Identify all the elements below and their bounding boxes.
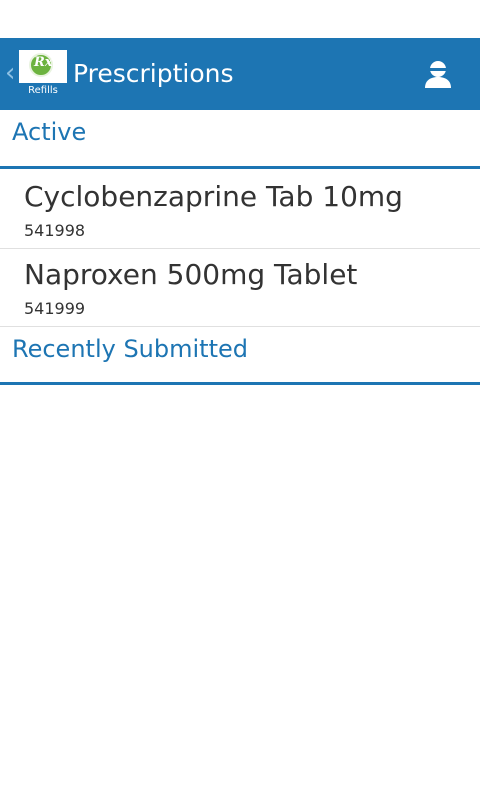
prescription-item[interactable]: Cyclobenzaprine Tab 10mg 541998 [0,171,480,249]
page-title: Prescriptions [73,59,234,88]
status-bar [0,0,480,38]
section-label-active: Active [12,118,87,146]
prescription-number: 541999 [24,299,86,318]
action-bar: ‹ Rx Refills Prescriptions [0,38,480,110]
section-header-active: Active [0,110,480,170]
prescription-name: Cyclobenzaprine Tab 10mg [24,180,403,213]
prescription-number: 541998 [24,221,86,240]
section-label-recently-submitted: Recently Submitted [12,335,248,363]
app-logo[interactable]: Rx Refills [19,50,67,98]
section-divider [0,166,480,169]
section-divider [0,382,480,385]
rx-logo-text: Rx [34,55,53,70]
prescription-item[interactable]: Naproxen 500mg Tablet 541999 [0,249,480,327]
section-header-recently-submitted: Recently Submitted [0,327,480,387]
account-icon[interactable] [422,58,454,90]
chevron-left-icon[interactable]: ‹ [5,58,17,88]
refills-logo-label: Refills [19,83,67,98]
prescription-name: Naproxen 500mg Tablet [24,258,358,291]
